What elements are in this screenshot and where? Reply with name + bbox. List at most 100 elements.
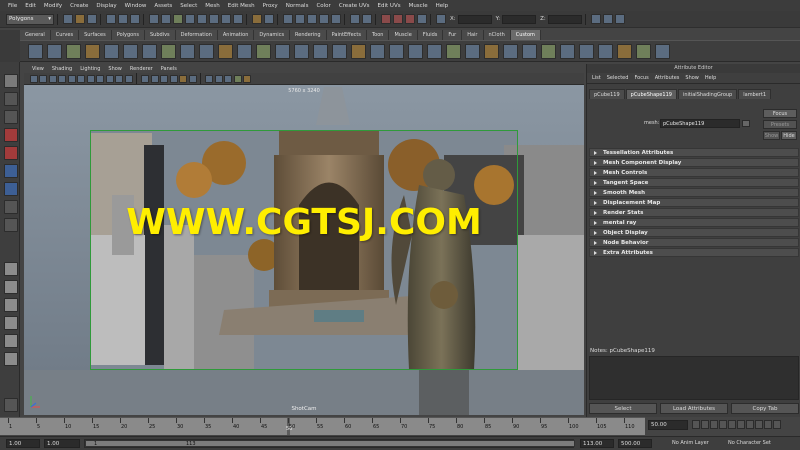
gate-mask-icon[interactable] bbox=[96, 74, 104, 83]
attr-section-displacement-map[interactable]: Displacement Map bbox=[589, 198, 799, 207]
shelf-tool-icon[interactable] bbox=[237, 43, 252, 59]
shelf-tab-fur[interactable]: Fur bbox=[443, 30, 463, 40]
hide-button[interactable]: Hide bbox=[781, 131, 797, 140]
menu-edit[interactable]: Edit bbox=[21, 3, 40, 9]
menu-assets[interactable]: Assets bbox=[150, 3, 176, 9]
attr-section-node-behavior[interactable]: Node Behavior bbox=[589, 238, 799, 247]
input-mode-icon[interactable] bbox=[436, 14, 446, 24]
attr-menu-help[interactable]: Help bbox=[702, 75, 719, 81]
menu-window[interactable]: Window bbox=[121, 3, 151, 9]
menu-edit-uvs[interactable]: Edit UVs bbox=[374, 3, 405, 9]
range-handle[interactable]: 1 113 bbox=[85, 440, 575, 447]
new-scene-icon[interactable] bbox=[63, 14, 73, 24]
ipr-render-icon[interactable] bbox=[405, 14, 415, 24]
shelf-tab-fluids[interactable]: Fluids bbox=[417, 30, 444, 40]
animation-preferences-icon[interactable] bbox=[773, 420, 781, 429]
scale-tool-icon[interactable] bbox=[4, 164, 18, 178]
input-output-icon[interactable] bbox=[362, 14, 372, 24]
shelf-tool-icon[interactable] bbox=[218, 43, 233, 59]
viewport-menu-show[interactable]: Show bbox=[104, 66, 126, 72]
use-all-lights-icon[interactable] bbox=[179, 74, 187, 83]
smooth-shade-icon[interactable] bbox=[150, 74, 159, 83]
menu-create[interactable]: Create bbox=[66, 3, 92, 9]
toggle-tool-settings-icon[interactable] bbox=[614, 14, 625, 24]
snap-point-icon[interactable] bbox=[307, 14, 317, 24]
xray-icon[interactable] bbox=[205, 74, 213, 83]
camera-attributes-icon[interactable] bbox=[39, 74, 47, 83]
highlight-selection-icon[interactable] bbox=[264, 14, 274, 24]
step-forward-key-icon[interactable] bbox=[737, 420, 745, 429]
shelf-tool-icon[interactable] bbox=[28, 43, 43, 59]
shelf-tab-curves[interactable]: Curves bbox=[50, 30, 80, 40]
wireframe-on-shaded-icon[interactable] bbox=[160, 74, 168, 83]
attr-section-object-display[interactable]: Object Display bbox=[589, 228, 799, 237]
image-plane-icon[interactable] bbox=[58, 74, 66, 83]
universal-manipulator-icon[interactable] bbox=[4, 182, 18, 196]
perspective-viewport[interactable]: 5760 x 3240 WWW.CGTSJ.COM ShotCam bbox=[24, 85, 584, 415]
attr-section-mental-ray[interactable]: mental ray bbox=[589, 218, 799, 227]
mask-rendering-icon[interactable] bbox=[221, 14, 231, 24]
auto-key-icon[interactable] bbox=[764, 420, 772, 429]
open-scene-icon[interactable] bbox=[75, 14, 85, 24]
show-manipulator-icon[interactable] bbox=[4, 218, 18, 232]
focus-button[interactable]: Focus bbox=[763, 109, 797, 118]
attr-tab-pcubeshape119[interactable]: pCubeShape119 bbox=[625, 89, 677, 99]
xray-joints-icon[interactable] bbox=[214, 74, 223, 83]
shelf-tool-icon[interactable] bbox=[389, 43, 404, 59]
playback-start-field[interactable]: 1.00 bbox=[44, 439, 80, 448]
menu-modify[interactable]: Modify bbox=[40, 3, 66, 9]
menu-color[interactable]: Color bbox=[312, 3, 334, 9]
go-to-end-icon[interactable] bbox=[755, 420, 763, 429]
mask-curves-icon[interactable] bbox=[173, 14, 183, 24]
shelf-tool-icon[interactable] bbox=[332, 43, 347, 59]
viewport-menu-shading[interactable]: Shading bbox=[48, 66, 76, 72]
animation-start-field[interactable]: 1.00 bbox=[6, 439, 40, 448]
bookmarks-icon[interactable] bbox=[48, 74, 57, 83]
lasso-tool-icon[interactable] bbox=[4, 92, 18, 106]
select-object-icon[interactable] bbox=[118, 14, 128, 24]
toggle-sidebar-icon[interactable] bbox=[590, 14, 601, 24]
attr-menu-selected[interactable]: Selected bbox=[604, 75, 632, 81]
shelf-tool-icon[interactable] bbox=[579, 43, 594, 59]
soft-mod-tool-icon[interactable] bbox=[4, 200, 18, 214]
attr-section-mesh-controls[interactable]: Mesh Controls bbox=[589, 168, 799, 177]
shelf-tool-icon[interactable] bbox=[351, 43, 366, 59]
animation-end-field[interactable]: 500.00 bbox=[618, 439, 652, 448]
menu-mesh[interactable]: Mesh bbox=[201, 3, 223, 9]
range-track[interactable]: 1 113 bbox=[84, 439, 575, 448]
mesh-name-field[interactable]: pCubeShape119 bbox=[660, 119, 740, 128]
shelf-tool-icon[interactable] bbox=[522, 43, 537, 59]
four-pane-layout-icon[interactable] bbox=[4, 280, 18, 294]
shelf-tab-rendering[interactable]: Rendering bbox=[290, 30, 327, 40]
attr-tab-pcube119[interactable]: pCube119 bbox=[589, 89, 625, 99]
viewport-menu-panels[interactable]: Panels bbox=[157, 66, 181, 72]
grid-toggle-icon[interactable] bbox=[67, 74, 76, 83]
snap-plane-icon[interactable] bbox=[319, 14, 329, 24]
shelf-tab-ncloth[interactable]: nCloth bbox=[483, 30, 511, 40]
shelf-tool-icon[interactable] bbox=[104, 43, 119, 59]
paint-select-tool-icon[interactable] bbox=[4, 110, 18, 124]
lock-selection-icon[interactable] bbox=[252, 14, 262, 24]
notes-textarea[interactable] bbox=[589, 356, 799, 400]
attr-section-extra-attributes[interactable]: Extra Attributes bbox=[589, 248, 799, 257]
mask-surfaces-icon[interactable] bbox=[185, 14, 195, 24]
select-tool-icon[interactable] bbox=[4, 74, 18, 88]
mask-handles-icon[interactable] bbox=[149, 14, 159, 24]
persp-hypershade-layout-icon[interactable] bbox=[4, 352, 18, 366]
play-forwards-icon[interactable] bbox=[728, 420, 736, 429]
attr-menu-show[interactable]: Show bbox=[682, 75, 702, 81]
shelf-tool-icon[interactable] bbox=[142, 43, 157, 59]
script-editor-icon[interactable] bbox=[4, 398, 18, 412]
shelf-tab-polygons[interactable]: Polygons bbox=[111, 30, 145, 40]
mask-misc-icon[interactable] bbox=[233, 14, 243, 24]
safe-title-icon[interactable] bbox=[124, 74, 133, 83]
attr-section-mesh-component-display[interactable]: Mesh Component Display bbox=[589, 158, 799, 167]
menu-display[interactable]: Display bbox=[92, 3, 120, 9]
play-backwards-icon[interactable] bbox=[719, 420, 727, 429]
attr-section-smooth-mesh[interactable]: Smooth Mesh bbox=[589, 188, 799, 197]
single-pane-layout-icon[interactable] bbox=[4, 262, 18, 276]
presets-button[interactable]: Presets bbox=[763, 120, 797, 129]
select-camera-icon[interactable] bbox=[29, 74, 38, 83]
textured-icon[interactable] bbox=[169, 74, 178, 83]
two-pane-layout-icon[interactable] bbox=[4, 298, 18, 312]
